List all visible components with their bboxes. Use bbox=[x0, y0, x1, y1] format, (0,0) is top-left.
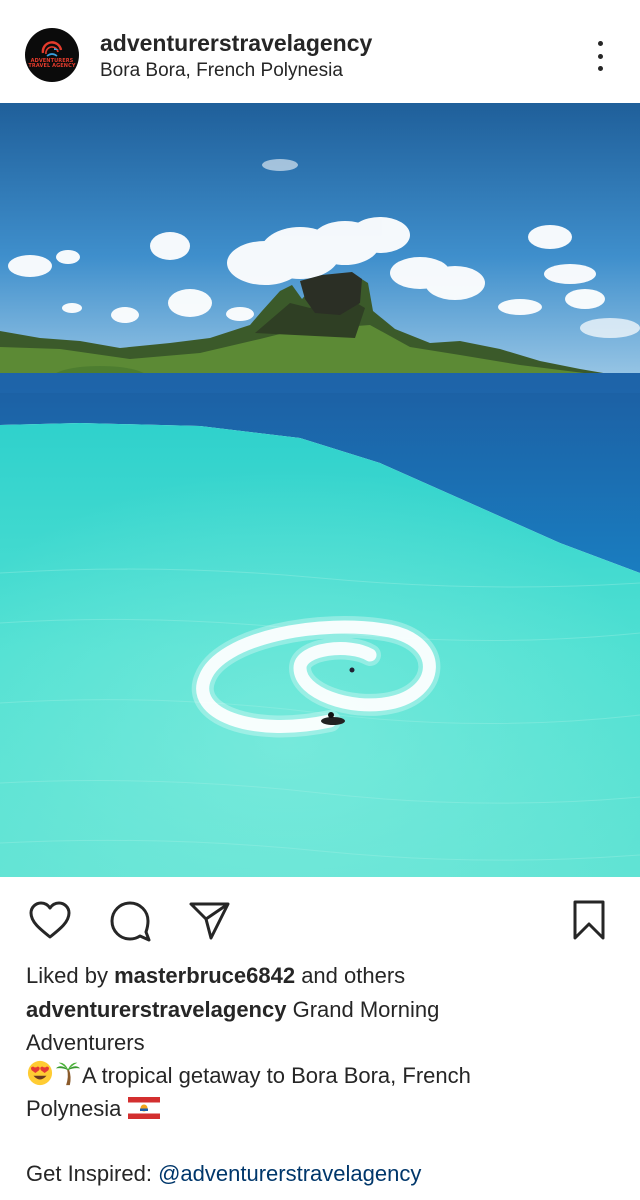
heart-icon bbox=[29, 901, 71, 939]
caption-username[interactable]: adventurerstravelagency bbox=[26, 997, 286, 1022]
like-button[interactable] bbox=[27, 897, 73, 943]
caption-line-1: adventurerstravelagency Grand Morning bbox=[26, 993, 616, 1026]
heart-eyes-emoji bbox=[27, 1060, 53, 1086]
post-header: ADVENTURERS TRAVEL AGENCY adventurerstra… bbox=[0, 0, 640, 103]
save-button[interactable] bbox=[566, 897, 612, 943]
agency-logo-icon bbox=[41, 40, 63, 57]
comment-button[interactable] bbox=[107, 897, 153, 943]
avatar[interactable]: ADVENTURERS TRAVEL AGENCY bbox=[25, 28, 79, 82]
likes-line[interactable]: Liked by masterbruce6842 and others bbox=[26, 959, 616, 993]
post-photo[interactable] bbox=[0, 103, 640, 877]
inspired-prefix: Get Inspired: bbox=[26, 1161, 159, 1186]
caption-line-4: Polynesia bbox=[26, 1092, 616, 1125]
avatar-logo-text: ADVENTURERS TRAVEL AGENCY bbox=[28, 58, 76, 70]
header-text: adventurerstravelagency Bora Bora, Frenc… bbox=[100, 29, 372, 84]
avatar-line-2: TRAVEL AGENCY bbox=[28, 63, 76, 69]
more-vertical-icon bbox=[597, 41, 603, 46]
caption-text-3: A tropical getaway to Bora Bora, French bbox=[82, 1063, 471, 1088]
palm-tree-emoji bbox=[55, 1062, 81, 1086]
caption-text-1: Grand Morning bbox=[286, 997, 440, 1022]
share-button[interactable] bbox=[186, 897, 232, 943]
likes-prefix: Liked by bbox=[26, 963, 115, 988]
likes-suffix: and others bbox=[295, 963, 406, 988]
caption-line-2: Adventurers bbox=[26, 1026, 616, 1059]
header-username[interactable]: adventurerstravelagency bbox=[100, 29, 372, 57]
header-location[interactable]: Bora Bora, French Polynesia bbox=[100, 58, 372, 84]
french-polynesia-flag-emoji bbox=[127, 1097, 160, 1119]
bookmark-icon bbox=[573, 900, 605, 940]
caption-text-4: Polynesia bbox=[26, 1096, 128, 1121]
caption-text-2: Adventurers bbox=[26, 1030, 145, 1055]
post-caption: Liked by masterbruce6842 and others adve… bbox=[26, 959, 616, 1190]
caption-line-3: A tropical getaway to Bora Bora, French bbox=[26, 1059, 616, 1092]
mention-link[interactable]: @adventurerstravelagency bbox=[158, 1161, 421, 1186]
caption-line-inspired: Get Inspired: @adventurerstravelagency bbox=[26, 1157, 616, 1190]
comment-icon bbox=[110, 901, 151, 942]
more-dot bbox=[597, 66, 603, 71]
likes-username[interactable]: masterbruce6842 bbox=[114, 963, 295, 988]
paper-plane-icon bbox=[189, 902, 230, 940]
lagoon-photo bbox=[0, 103, 640, 877]
action-bar bbox=[0, 877, 640, 959]
more-dot bbox=[597, 53, 603, 59]
more-options-button[interactable] bbox=[586, 38, 614, 74]
